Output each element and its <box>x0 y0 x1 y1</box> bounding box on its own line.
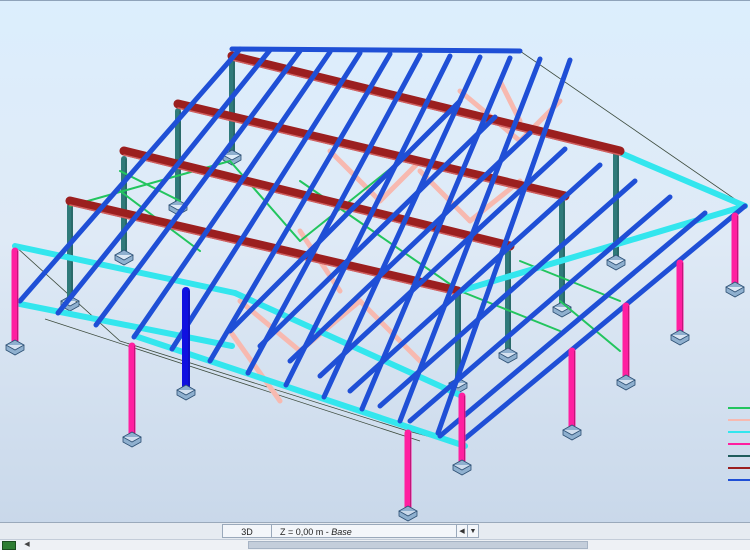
legend-swatch <box>728 419 750 421</box>
legend-swatch <box>728 443 750 445</box>
column-base-plate[interactable] <box>552 301 572 318</box>
column-base-plate[interactable] <box>176 384 196 401</box>
column-base-plate[interactable] <box>616 374 636 391</box>
level-name: Base <box>331 527 352 537</box>
column-base-plate[interactable] <box>562 424 582 441</box>
tab-3d-view[interactable]: 3D <box>222 524 272 538</box>
legend-swatch <box>728 407 750 409</box>
column-base-plate[interactable] <box>122 431 142 448</box>
member-type-legend <box>728 407 750 491</box>
truss-web-member[interactable] <box>227 328 283 404</box>
ridge-member[interactable] <box>229 46 523 54</box>
view-status-bar: 3D Z = 0,00 m - Base ◀ ▼ ◀ <box>0 522 750 550</box>
column-base-plate[interactable] <box>5 339 25 356</box>
tie-beam-member[interactable] <box>613 148 748 209</box>
column-base-plate[interactable] <box>114 249 134 266</box>
rafter-member[interactable] <box>283 53 453 388</box>
column-base-plate[interactable] <box>606 254 626 271</box>
rafter-member[interactable] <box>317 146 568 379</box>
legend-swatch <box>728 431 750 433</box>
column-base-plate[interactable] <box>398 505 418 522</box>
legend-swatch <box>728 479 750 481</box>
rafter-member[interactable] <box>377 178 638 409</box>
3d-viewport[interactable] <box>0 0 750 523</box>
column-base-plate[interactable] <box>498 347 518 364</box>
tab-scroll-right-icon[interactable]: ▼ <box>467 524 479 538</box>
view-tabs: 3D Z = 0,00 m - Base ◀ ▼ <box>222 524 479 538</box>
legend-swatch <box>728 467 750 469</box>
legend-swatch <box>728 455 750 457</box>
tab-level-view[interactable]: Z = 0,00 m - Base <box>271 524 457 538</box>
horizontal-scrollbar[interactable]: ◀ <box>0 539 750 550</box>
column-base-plate[interactable] <box>725 281 745 298</box>
level-prefix: Z = 0,00 m - <box>280 527 332 537</box>
structure-model[interactable] <box>0 1 750 523</box>
column-base-plate[interactable] <box>670 329 690 346</box>
scrollbar-thumb[interactable] <box>248 541 588 549</box>
column-base-plate[interactable] <box>452 459 472 476</box>
